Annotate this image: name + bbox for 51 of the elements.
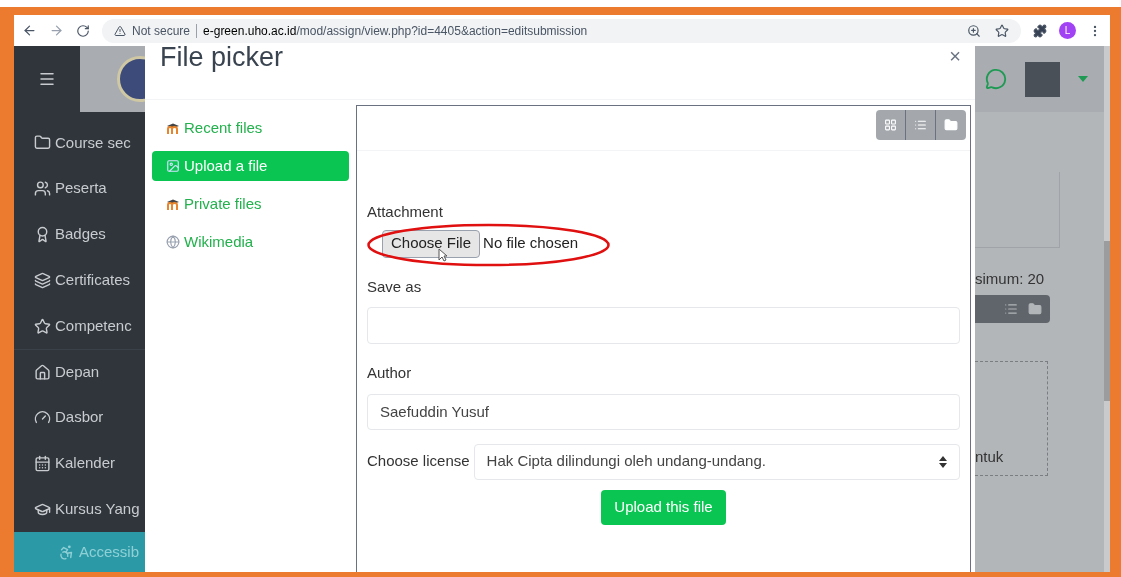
folder-view-icon[interactable] xyxy=(1028,301,1042,316)
dialog-title: File picker xyxy=(160,44,284,71)
avatar-photo-placeholder[interactable] xyxy=(1025,61,1060,97)
warning-icon xyxy=(114,24,126,37)
profile-avatar[interactable]: L xyxy=(1059,22,1076,39)
sidebar-item[interactable]: Dasbor xyxy=(55,406,104,429)
home-icon xyxy=(34,363,51,381)
sidebar-item[interactable]: Competenc xyxy=(55,314,132,338)
sidebar-item[interactable]: Course sec xyxy=(55,131,131,155)
sidebar-item[interactable]: Kalender xyxy=(55,452,116,475)
field-label: Save as xyxy=(367,276,423,297)
file-status: No file chosen xyxy=(483,233,579,254)
cursor-icon xyxy=(438,247,448,262)
zoom-icon[interactable] xyxy=(967,23,981,38)
drop-zone-text: ntuk xyxy=(975,447,1004,467)
layers-icon xyxy=(34,271,51,289)
scrollbar[interactable] xyxy=(1104,46,1110,572)
reload-icon[interactable] xyxy=(76,23,90,38)
sort-arrows-icon xyxy=(939,455,947,468)
image-icon xyxy=(166,159,180,173)
author-field[interactable]: Saefuddin Yusuf xyxy=(367,393,960,430)
sidebar-item[interactable]: Certificates xyxy=(55,269,131,292)
accessibility-icon xyxy=(58,543,75,561)
star-icon xyxy=(34,317,51,335)
sidebar-item[interactable]: Peserta xyxy=(55,177,107,200)
forward-icon[interactable] xyxy=(49,23,64,38)
people-icon xyxy=(34,180,51,198)
url-text: e-green.uho.ac.id/mod/assign/view.php?id=4405&action=editsubmission xyxy=(203,22,588,40)
close-button[interactable]: × xyxy=(949,46,961,66)
globe-icon xyxy=(166,235,180,249)
field-label: Author xyxy=(367,363,413,383)
save-as-field[interactable] xyxy=(367,307,960,344)
folder-icon xyxy=(34,134,51,152)
back-icon[interactable] xyxy=(22,23,37,38)
field-label: Attachment xyxy=(367,202,444,222)
calendar-icon xyxy=(34,454,51,472)
sidebar-item[interactable]: Depan xyxy=(55,361,100,384)
cap-icon xyxy=(166,122,180,134)
menu-icon[interactable] xyxy=(38,70,56,88)
license-select[interactable]: Hak Cipta dilindungi oleh undang-undang. xyxy=(473,443,960,480)
cap-icon xyxy=(166,198,180,210)
field-label: Choose license xyxy=(367,451,470,472)
choose-file-button[interactable]: Choose File xyxy=(382,229,481,258)
sidebar-item[interactable]: Kursus Yang xyxy=(55,497,140,521)
extensions-icon[interactable] xyxy=(1033,23,1047,38)
list-view-icon[interactable] xyxy=(1004,301,1018,316)
address-bar[interactable]: Not secure e-green.uho.ac.id/mod/assign/view.php?id=4405&action=editsubmission xyxy=(102,18,1021,43)
security-label: Not secure xyxy=(132,22,191,40)
max-size-text: simum: 20 xyxy=(975,269,1046,289)
sidebar-item[interactable]: Badges xyxy=(55,223,106,246)
bookmark-star-icon[interactable] xyxy=(995,23,1009,38)
